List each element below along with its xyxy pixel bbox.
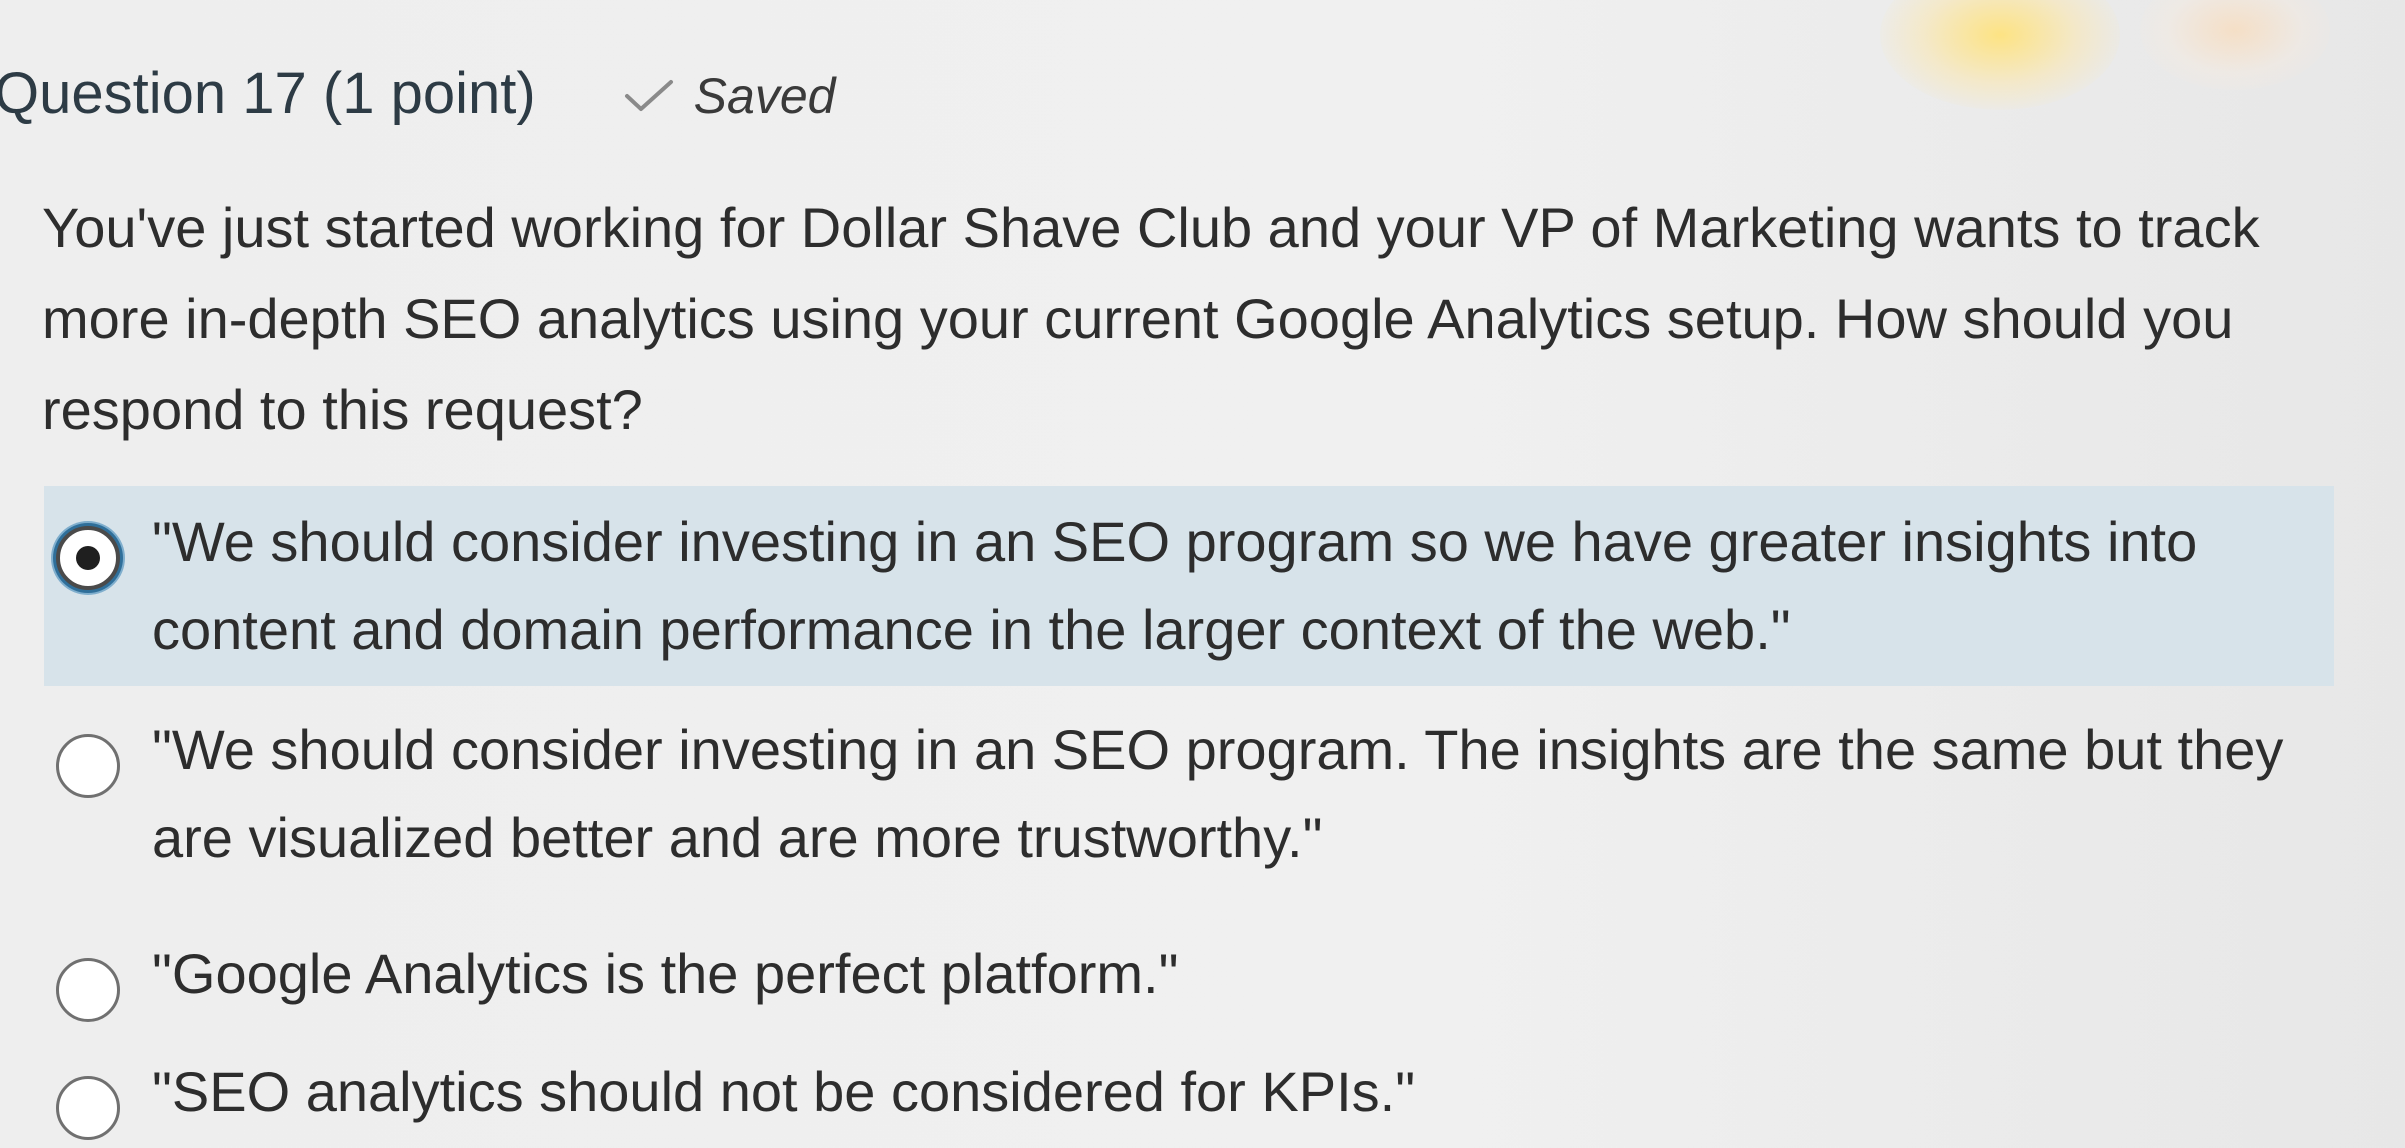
radio-button-selected[interactable] (56, 526, 120, 590)
radio-button[interactable] (56, 734, 120, 798)
answer-option-label: "Google Analytics is the perfect platfor… (152, 942, 1179, 1005)
answer-option-1[interactable]: "We should consider investing in an SEO … (44, 486, 2334, 686)
saved-status: Saved (624, 67, 836, 125)
radio-button[interactable] (56, 1076, 120, 1140)
question-header: Question 17 (1 point) Saved (0, 60, 835, 127)
saved-label: Saved (693, 68, 836, 124)
light-glare (1880, 0, 2120, 110)
radio-dot-icon (76, 546, 100, 570)
light-glare-secondary (2140, 0, 2330, 90)
check-icon (624, 80, 673, 111)
answer-option-2[interactable]: "We should consider investing in an SEO … (44, 694, 2334, 894)
answer-option-3[interactable]: "Google Analytics is the perfect platfor… (44, 918, 2334, 1030)
answer-option-label: "SEO analytics should not be considered … (152, 1060, 1416, 1123)
question-prompt: You've just started working for Dollar S… (42, 196, 2260, 441)
answer-option-label: "We should consider investing in an SEO … (152, 718, 2284, 869)
radio-button[interactable] (56, 958, 120, 1022)
question-title: Question 17 (1 point) (0, 61, 536, 126)
answer-option-label: "We should consider investing in an SEO … (152, 510, 2198, 661)
answer-options: "We should consider investing in an SEO … (44, 486, 2334, 1148)
answer-option-4[interactable]: "SEO analytics should not be considered … (44, 1036, 2334, 1148)
